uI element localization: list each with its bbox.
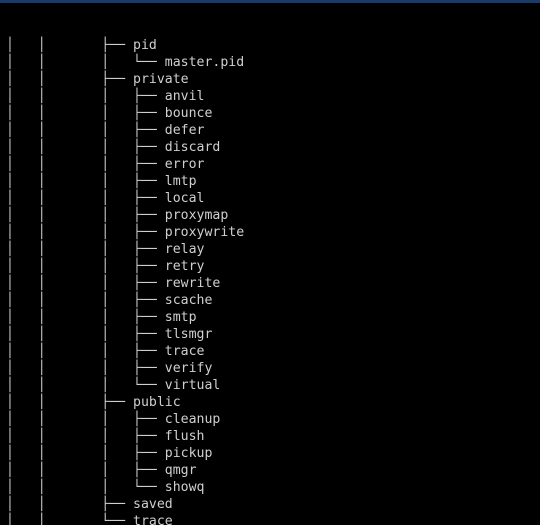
tree-line: │ │ │ ├── scache — [6, 293, 213, 308]
tree-line: │ │ │ ├── smtp — [6, 310, 197, 325]
tree-line: │ │ │ ├── pickup — [6, 446, 213, 461]
tree-line: │ │ │ ├── local — [6, 191, 205, 206]
terminal-output[interactable]: │ │ ├── pid │ │ │ └── master.pid │ │ ├── p… — [0, 3, 540, 525]
terminal-window: │ │ ├── pid │ │ │ └── master.pid │ │ ├── p… — [0, 0, 540, 525]
tree-output: │ │ ├── pid │ │ │ └── master.pid │ │ ├── p… — [0, 37, 540, 525]
tree-line: │ │ │ ├── retry — [6, 259, 205, 274]
tree-line: │ │ │ └── master.pid — [6, 55, 245, 70]
tree-line: │ │ └── trace — [6, 514, 173, 525]
tree-line: │ │ │ ├── proxymap — [6, 208, 229, 223]
tree-line: │ │ │ ├── tlsmgr — [6, 327, 213, 342]
tree-line: │ │ │ ├── lmtp — [6, 174, 197, 189]
tree-line: │ │ │ ├── cleanup — [6, 412, 221, 427]
tree-line: │ │ ├── pid — [6, 38, 157, 53]
tree-line: │ │ ├── saved — [6, 497, 173, 512]
tree-line: │ │ │ └── virtual — [6, 378, 221, 393]
tree-line: │ │ ├── public — [6, 395, 181, 410]
tree-line: │ │ │ ├── flush — [6, 429, 205, 444]
tree-line: │ │ │ ├── anvil — [6, 89, 205, 104]
tree-line: │ │ │ ├── trace — [6, 344, 205, 359]
tree-line: │ │ │ ├── rewrite — [6, 276, 221, 291]
tree-line: │ │ ├── private — [6, 72, 189, 87]
tree-line: │ │ │ ├── bounce — [6, 106, 213, 121]
tree-line: │ │ │ ├── error — [6, 157, 205, 172]
tree-line: │ │ │ └── showq — [6, 480, 205, 495]
tree-line: │ │ │ ├── qmgr — [6, 463, 197, 478]
tree-line: │ │ │ ├── verify — [6, 361, 213, 376]
tree-line: │ │ │ ├── discard — [6, 140, 221, 155]
tree-line: │ │ │ ├── relay — [6, 242, 205, 257]
tree-line: │ │ │ ├── proxywrite — [6, 225, 245, 240]
tree-line: │ │ │ ├── defer — [6, 123, 205, 138]
